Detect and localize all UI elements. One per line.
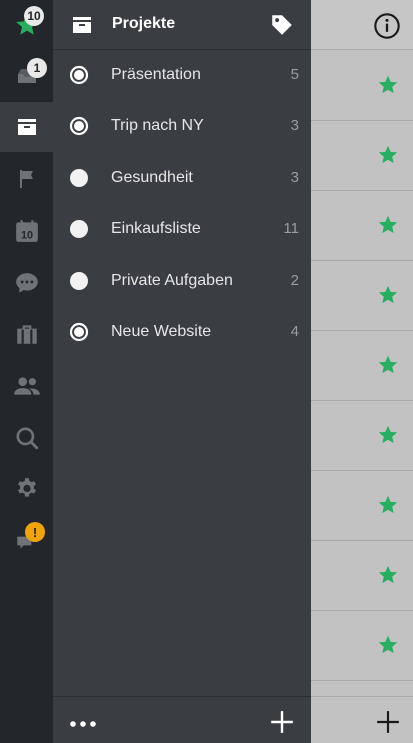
radio-selected-icon[interactable] [69, 322, 89, 342]
project-row[interactable]: Trip nach NY 3 [53, 101, 311, 152]
radio-selected-icon[interactable] [69, 65, 89, 85]
star-icon[interactable] [377, 144, 399, 166]
project-name: Trip nach NY [111, 117, 204, 134]
project-row[interactable]: Neue Website 4 [53, 307, 311, 358]
projects-footer [53, 696, 311, 743]
people-icon [13, 377, 40, 395]
calendar-icon: 10 [15, 220, 38, 242]
more-options-icon[interactable] [69, 715, 97, 733]
project-name: Präsentation [111, 66, 201, 83]
radio-empty-icon[interactable] [69, 219, 89, 239]
rail-item-calendar[interactable]: 10 [0, 206, 53, 256]
task-row[interactable] [311, 471, 413, 541]
tag-icon[interactable] [269, 12, 295, 43]
project-row[interactable]: Einkaufsliste 11 [53, 204, 311, 255]
task-row[interactable] [311, 261, 413, 331]
project-count: 3 [290, 117, 299, 134]
star-icon[interactable] [377, 424, 399, 446]
task-row[interactable] [311, 121, 413, 191]
task-row[interactable] [311, 191, 413, 261]
task-row[interactable] [311, 401, 413, 471]
chat-icon [15, 273, 38, 293]
rail-item-feedback[interactable]: ! [0, 516, 53, 566]
warning-badge: ! [25, 522, 45, 542]
star-icon[interactable] [377, 494, 399, 516]
star-icon[interactable] [377, 564, 399, 586]
nav-rail: 10 1 10 ! [0, 0, 53, 743]
right-header [311, 0, 413, 50]
project-count: 5 [290, 66, 299, 83]
radio-empty-icon[interactable] [69, 271, 89, 291]
briefcase-icon [16, 325, 37, 344]
project-row[interactable]: Gesundheit 3 [53, 153, 311, 204]
project-row[interactable]: Präsentation 5 [53, 50, 311, 101]
rail-item-people[interactable] [0, 361, 53, 411]
project-name: Einkaufsliste [111, 220, 201, 237]
rail-item-inbox[interactable]: 1 [0, 51, 53, 101]
task-row[interactable] [311, 51, 413, 121]
rail-item-search[interactable] [0, 413, 53, 463]
project-count: 11 [283, 220, 299, 237]
star-icon[interactable] [377, 354, 399, 376]
project-count: 2 [290, 272, 299, 289]
add-task-icon[interactable] [375, 709, 401, 740]
task-row[interactable] [311, 541, 413, 611]
project-row[interactable]: Private Aufgaben 2 [53, 256, 311, 307]
project-name: Neue Website [111, 323, 212, 340]
rail-item-projects[interactable] [0, 102, 53, 152]
calendar-day: 10 [20, 230, 32, 242]
info-icon[interactable] [373, 12, 401, 45]
flag-icon [19, 170, 33, 188]
projects-header: Projekte [53, 0, 311, 50]
radio-empty-icon[interactable] [69, 168, 89, 188]
rail-item-chat[interactable] [0, 258, 53, 308]
page-title: Projekte [112, 15, 176, 32]
rail-item-settings[interactable] [0, 464, 53, 514]
rail-item-starred[interactable]: 10 [0, 0, 53, 50]
projects-header-icon [69, 13, 95, 42]
projects-icon [17, 119, 36, 135]
task-list-area [311, 0, 413, 743]
star-icon[interactable] [377, 284, 399, 306]
star-icon[interactable] [377, 634, 399, 656]
add-project-icon[interactable] [269, 709, 295, 740]
gear-icon [17, 478, 36, 497]
star-icon[interactable] [377, 74, 399, 96]
rail-item-flagged[interactable] [0, 154, 53, 204]
inbox-count-badge: 1 [27, 58, 47, 78]
projects-panel: Projekte Präsentation 5 Trip nach NY 3 G… [53, 0, 311, 743]
task-row[interactable] [311, 331, 413, 401]
right-footer [311, 696, 413, 743]
rail-item-work[interactable] [0, 309, 53, 359]
task-row[interactable] [311, 611, 413, 681]
project-name: Gesundheit [111, 169, 193, 186]
project-count: 3 [290, 169, 299, 186]
project-count: 4 [290, 323, 299, 340]
search-icon [15, 427, 38, 450]
starred-count-badge: 10 [24, 6, 44, 26]
project-name: Private Aufgaben [111, 272, 233, 289]
star-icon[interactable] [377, 214, 399, 236]
radio-selected-icon[interactable] [69, 116, 89, 136]
